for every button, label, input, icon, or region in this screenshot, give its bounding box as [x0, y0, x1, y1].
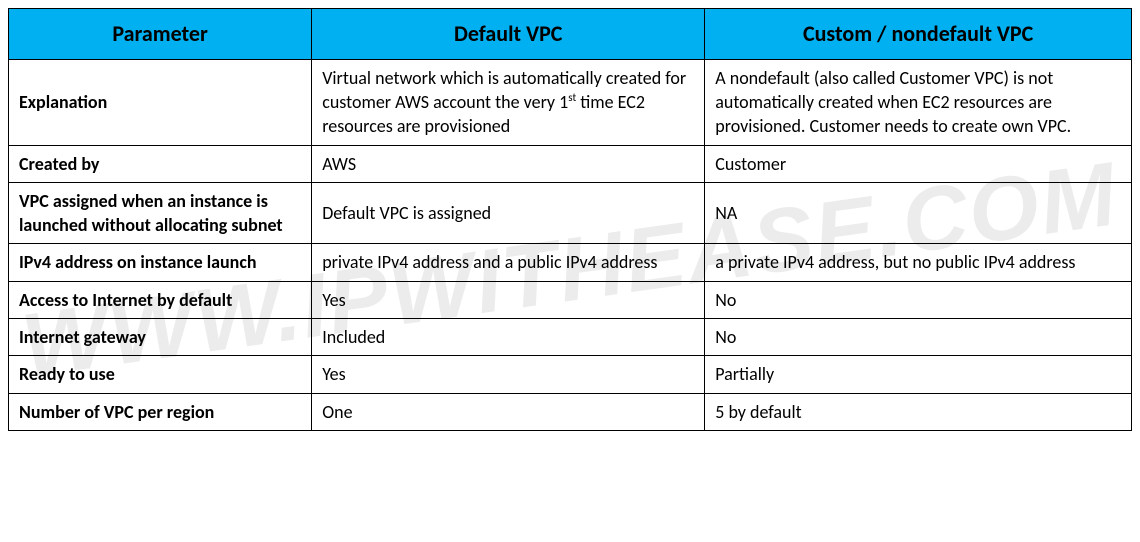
- table-row: Internet gateway Included No: [9, 319, 1132, 356]
- cell-default: Yes: [312, 281, 705, 318]
- header-default-vpc: Default VPC: [312, 9, 705, 60]
- cell-default: AWS: [312, 145, 705, 182]
- cell-parameter: IPv4 address on instance launch: [9, 244, 312, 281]
- table-row: Created by AWS Customer: [9, 145, 1132, 182]
- cell-custom: Partially: [705, 356, 1132, 393]
- header-custom-vpc: Custom / nondefault VPC: [705, 9, 1132, 60]
- table-row: Access to Internet by default Yes No: [9, 281, 1132, 318]
- cell-custom: No: [705, 281, 1132, 318]
- cell-custom: 5 by default: [705, 393, 1132, 430]
- table-row: VPC assigned when an instance is launche…: [9, 182, 1132, 244]
- cell-parameter: Ready to use: [9, 356, 312, 393]
- cell-parameter: Access to Internet by default: [9, 281, 312, 318]
- table-row: Ready to use Yes Partially: [9, 356, 1132, 393]
- comparison-table: Parameter Default VPC Custom / nondefaul…: [8, 8, 1132, 431]
- cell-default: Virtual network which is automatically c…: [312, 59, 705, 145]
- cell-parameter: Number of VPC per region: [9, 393, 312, 430]
- table-row: Explanation Virtual network which is aut…: [9, 59, 1132, 145]
- cell-parameter: VPC assigned when an instance is launche…: [9, 182, 312, 244]
- cell-default: Included: [312, 319, 705, 356]
- cell-parameter: Explanation: [9, 59, 312, 145]
- cell-default: Yes: [312, 356, 705, 393]
- cell-custom: NA: [705, 182, 1132, 244]
- cell-default: One: [312, 393, 705, 430]
- cell-default: Default VPC is assigned: [312, 182, 705, 244]
- cell-custom: A nondefault (also called Customer VPC) …: [705, 59, 1132, 145]
- table-header-row: Parameter Default VPC Custom / nondefaul…: [9, 9, 1132, 60]
- table-row: Number of VPC per region One 5 by defaul…: [9, 393, 1132, 430]
- cell-parameter: Internet gateway: [9, 319, 312, 356]
- cell-parameter: Created by: [9, 145, 312, 182]
- cell-custom: Customer: [705, 145, 1132, 182]
- cell-default: private IPv4 address and a public IPv4 a…: [312, 244, 705, 281]
- header-parameter: Parameter: [9, 9, 312, 60]
- table-row: IPv4 address on instance launch private …: [9, 244, 1132, 281]
- cell-custom: No: [705, 319, 1132, 356]
- cell-custom: a private IPv4 address, but no public IP…: [705, 244, 1132, 281]
